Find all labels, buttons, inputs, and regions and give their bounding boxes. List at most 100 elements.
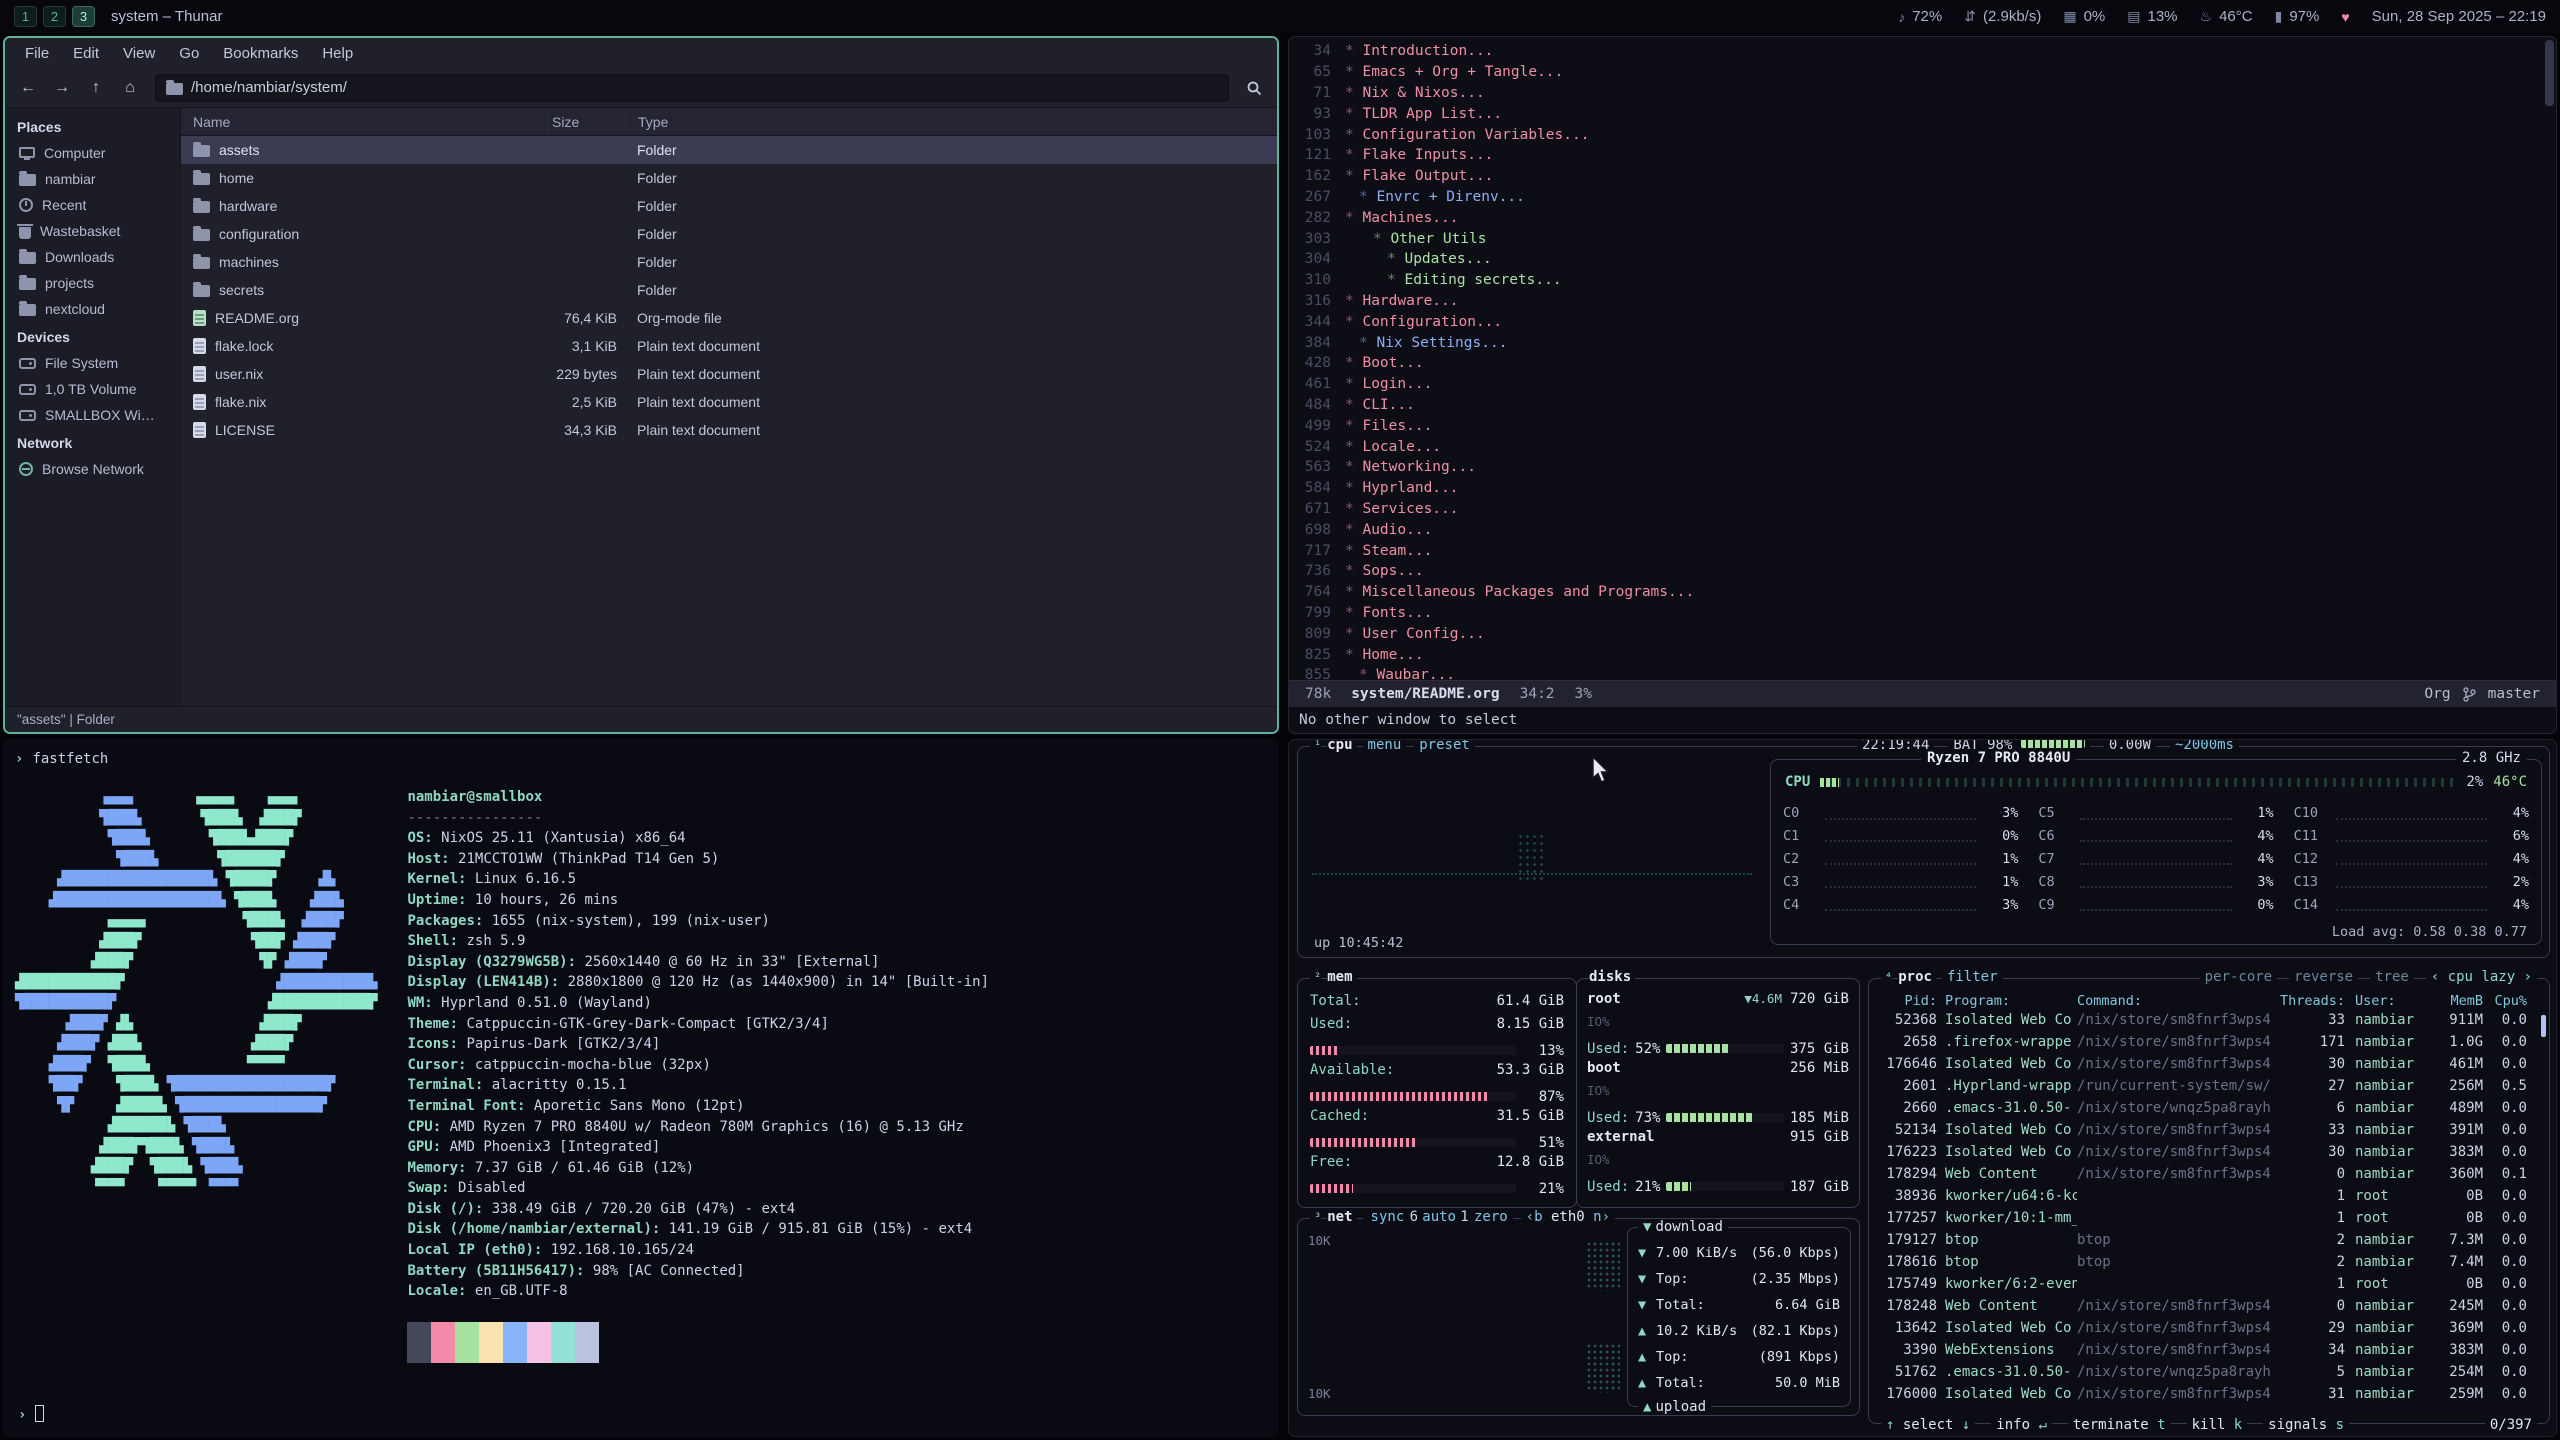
org-heading-line[interactable]: 65* Emacs + Org + Tangle... [1289, 62, 2540, 83]
bar-module-memory[interactable]: ▤13% [2127, 8, 2177, 25]
menu-go[interactable]: Go [167, 45, 211, 62]
cpu-button-preset[interactable]: preset [1414, 739, 1475, 753]
process-row[interactable]: 176223Isolated Web Co/nix/store/sm8fnrf3… [1879, 1141, 2539, 1163]
org-heading-line[interactable]: 103* Configuration Variables... [1289, 124, 2540, 145]
proc-header-pid[interactable]: Pid: [1879, 993, 1937, 1009]
process-scrollbar-thumb[interactable] [2541, 1015, 2546, 1037]
org-heading-line[interactable]: 428* Boot... [1289, 353, 2540, 374]
update-interval[interactable]: ~2000ms [2170, 739, 2239, 753]
process-row[interactable]: 3390WebExtensions/nix/store/sm8fnrf3wps4… [1879, 1339, 2539, 1361]
org-heading-line[interactable]: 310* Editing secrets... [1289, 270, 2540, 291]
sidebar-item-computer[interactable]: Computer [5, 140, 180, 166]
menu-help[interactable]: Help [310, 45, 365, 62]
process-row[interactable]: 51762.emacs-31.0.50-/nix/store/wnqz5pa8r… [1879, 1361, 2539, 1383]
org-heading-line[interactable]: 698* Audio... [1289, 519, 2540, 540]
proc-option-per-core[interactable]: per-core [2200, 969, 2277, 985]
org-heading-line[interactable]: 764* Miscellaneous Packages and Programs… [1289, 582, 2540, 603]
org-heading-line[interactable]: 384* Nix Settings... [1289, 332, 2540, 353]
shell-prompt-line[interactable]: › [18, 1405, 44, 1425]
up-button[interactable]: ↑ [81, 74, 111, 102]
sidebar-item-projects[interactable]: projects [5, 270, 180, 296]
process-row[interactable]: 2601.Hyprland-wrapp/run/current-system/s… [1879, 1075, 2539, 1097]
sidebar-item-nambiar[interactable]: nambiar [5, 166, 180, 192]
process-row[interactable]: 178616btopbtop2nambiar7.4M0.0 [1879, 1251, 2539, 1273]
sidebar-item-1-0-tb-volume[interactable]: 1,0 TB Volume [5, 376, 180, 402]
proc-action-info[interactable]: info ↵ [1991, 1417, 2052, 1433]
bar-module-cpu[interactable]: ▦0% [2063, 8, 2105, 25]
proc-action-terminate[interactable]: terminate t [2068, 1417, 2171, 1433]
process-row[interactable]: 176000Isolated Web Co/nix/store/sm8fnrf3… [1879, 1383, 2539, 1405]
org-heading-line[interactable]: 93* TLDR App List... [1289, 103, 2540, 124]
file-row[interactable]: LICENSE34,3 KiBPlain text document [181, 416, 1277, 444]
file-row[interactable]: flake.nix2,5 KiBPlain text document [181, 388, 1277, 416]
proc-action-select[interactable]: ↑ select ↓ [1881, 1417, 1975, 1433]
proc-option-tree[interactable]: tree [2370, 969, 2414, 985]
scrollbar-thumb[interactable] [2545, 40, 2554, 106]
sidebar-item-downloads[interactable]: Downloads [5, 244, 180, 270]
cpu-button-menu[interactable]: menu [1363, 739, 1407, 753]
proc-header-user[interactable]: User: [2345, 993, 2427, 1009]
proc-header-cpu%[interactable]: Cpu% [2483, 993, 2527, 1009]
column-header-size[interactable]: Size [547, 108, 625, 135]
org-heading-line[interactable]: 799* Fonts... [1289, 603, 2540, 624]
file-row[interactable]: machinesFolder [181, 248, 1277, 276]
interface-prev-button[interactable]: ‹b [1526, 1209, 1543, 1225]
scrollbar[interactable] [2545, 40, 2554, 680]
proc-header-program[interactable]: Program: [1937, 993, 2077, 1009]
proc-header-threads[interactable]: Threads: [2277, 993, 2345, 1009]
sort-column[interactable]: ‹ cpu lazy › [2426, 969, 2537, 985]
file-row[interactable]: README.org76,4 KiBOrg-mode file [181, 304, 1277, 332]
process-row[interactable]: 177257kworker/10:1-mm_1root0B0.0 [1879, 1207, 2539, 1229]
org-heading-line[interactable]: 717* Steam... [1289, 540, 2540, 561]
org-heading-line[interactable]: 584* Hyprland... [1289, 478, 2540, 499]
process-row[interactable]: 179127btopbtop2nambiar7.3M0.0 [1879, 1229, 2539, 1251]
net-button-zero[interactable]: zero [1469, 1209, 1513, 1225]
org-heading-line[interactable]: 499* Files... [1289, 415, 2540, 436]
org-heading-line[interactable]: 825* Home... [1289, 644, 2540, 665]
interface-selector[interactable]: ‹b eth0 n› [1521, 1209, 1615, 1225]
process-row[interactable]: 2658.firefox-wrappe/nix/store/sm8fnrf3wp… [1879, 1031, 2539, 1053]
menu-bookmarks[interactable]: Bookmarks [211, 45, 310, 62]
org-heading-line[interactable]: 524* Locale... [1289, 436, 2540, 457]
process-row[interactable]: 175749kworker/6:2-even1root0B0.0 [1879, 1273, 2539, 1295]
sidebar-item-browse-network[interactable]: Browse Network [5, 456, 180, 482]
org-heading-line[interactable]: 809* User Config... [1289, 623, 2540, 644]
org-heading-line[interactable]: 344* Configuration... [1289, 311, 2540, 332]
workspace-button-2[interactable]: 2 [43, 6, 66, 27]
proc-action-signals[interactable]: signals s [2263, 1417, 2349, 1433]
process-row[interactable]: 176646Isolated Web Co/nix/store/sm8fnrf3… [1879, 1053, 2539, 1075]
org-heading-line[interactable]: 71* Nix & Nixos... [1289, 83, 2540, 104]
terminal-window[interactable]: ›fastfetch ▗▄▄▄ ▗▄▄▄▄ ▄▄▄▖ ▜███▙ ▜███▙ ▟… [3, 739, 1279, 1437]
interface-next-button[interactable]: n› [1593, 1209, 1610, 1225]
sidebar-item-wastebasket[interactable]: Wastebasket [5, 218, 180, 244]
file-row[interactable]: assetsFolder [181, 136, 1277, 164]
proc-header-command[interactable]: Command: [2077, 993, 2277, 1009]
org-heading-line[interactable]: 121* Flake Inputs... [1289, 145, 2540, 166]
process-row[interactable]: 52368Isolated Web Co/nix/store/sm8fnrf3w… [1879, 1009, 2539, 1031]
org-heading-line[interactable]: 736* Sops... [1289, 561, 2540, 582]
menu-file[interactable]: File [13, 45, 61, 62]
workspace-button-1[interactable]: 1 [14, 6, 37, 27]
org-heading-line[interactable]: 484* CLI... [1289, 395, 2540, 416]
org-heading-line[interactable]: 304* Updates... [1289, 249, 2540, 270]
bar-module-battery[interactable]: ▮97% [2275, 8, 2320, 25]
column-header-name[interactable]: Name [181, 108, 547, 135]
column-header-type[interactable]: Type [625, 108, 1277, 135]
file-row[interactable]: flake.lock3,1 KiBPlain text document [181, 332, 1277, 360]
sidebar-item-recent[interactable]: Recent [5, 192, 180, 218]
menu-edit[interactable]: Edit [61, 45, 111, 62]
org-buffer[interactable]: 34* Introduction...65* Emacs + Org + Tan… [1289, 41, 2540, 679]
bar-module-clock[interactable]: Sun, 28 Sep 2025 – 22:19 [2372, 8, 2546, 25]
process-row[interactable]: 178248Web Content/nix/store/sm8fnrf3wps4… [1879, 1295, 2539, 1317]
org-heading-line[interactable]: 316* Hardware... [1289, 291, 2540, 312]
process-row[interactable]: 52134Isolated Web Co/nix/store/sm8fnrf3w… [1879, 1119, 2539, 1141]
file-row[interactable]: user.nix229 bytesPlain text document [181, 360, 1277, 388]
file-row[interactable]: configurationFolder [181, 220, 1277, 248]
filter-button[interactable]: filter [1942, 969, 2003, 985]
bar-module-temperature[interactable]: ♨46°C [2200, 8, 2253, 25]
workspace-button-3[interactable]: 3 [72, 6, 95, 27]
forward-button[interactable]: → [47, 74, 77, 102]
process-row[interactable]: 178294Web Content/nix/store/sm8fnrf3wps4… [1879, 1163, 2539, 1185]
process-row[interactable]: 13642Isolated Web Co/nix/store/sm8fnrf3w… [1879, 1317, 2539, 1339]
process-row[interactable]: 2660.emacs-31.0.50-/nix/store/wnqz5pa8ra… [1879, 1097, 2539, 1119]
